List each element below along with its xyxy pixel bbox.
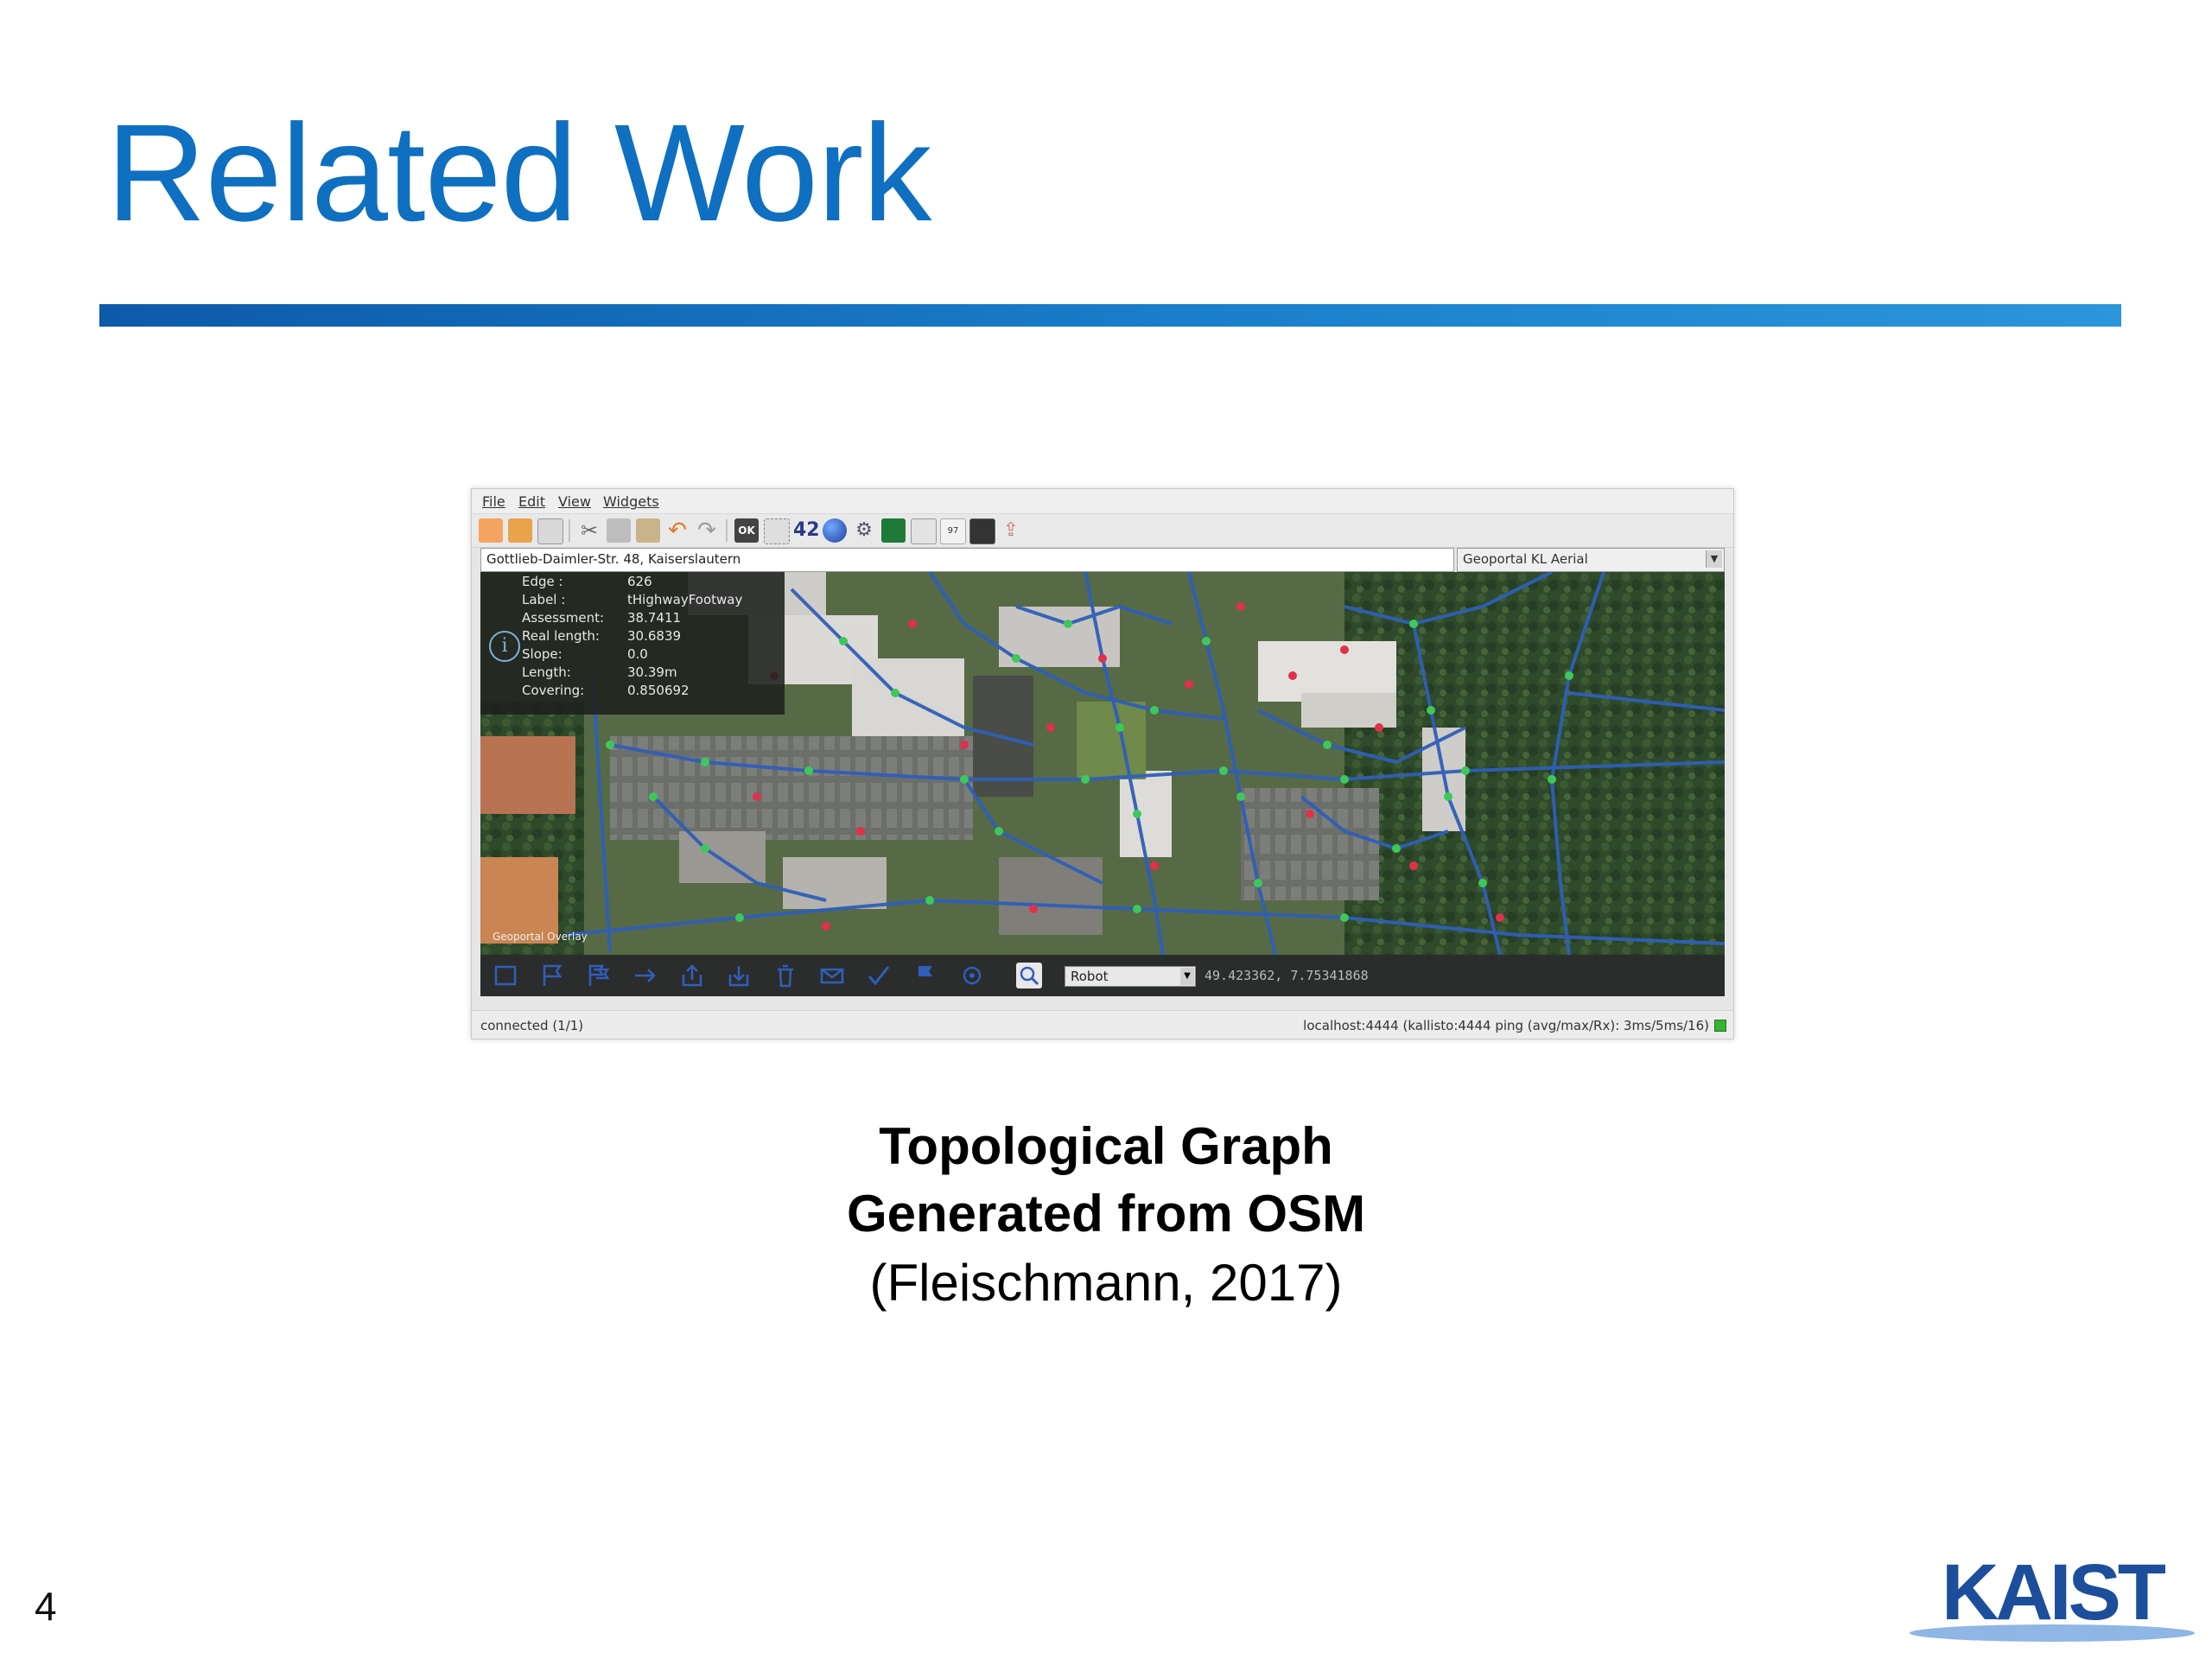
rectangle-icon[interactable] (493, 963, 518, 988)
globe-icon[interactable] (823, 518, 847, 543)
caption-line-1: Topological Graph (879, 1117, 1333, 1175)
map-scale-label: Geoportal Overlay (493, 931, 588, 943)
address-text: Gottlieb-Daimler-Str. 48, Kaiserslautern (486, 551, 741, 567)
menu-view[interactable]: View (558, 493, 591, 510)
info-icon: i (489, 631, 520, 662)
export-icon[interactable]: ⇪ (999, 518, 1023, 543)
ping-status: localhost:4444 (kallisto:4444 ping (avg/… (1303, 1018, 1709, 1033)
info-key: Covering: (522, 683, 585, 698)
address-input[interactable]: Gottlieb-Daimler-Str. 48, Kaiserslautern (480, 548, 1454, 572)
grid-icon[interactable] (881, 518, 906, 543)
robot-select[interactable]: Robot ▼ (1065, 966, 1196, 987)
info-value: 30.6839 (627, 628, 682, 644)
title-divider (99, 304, 2121, 327)
save-icon[interactable] (537, 518, 563, 544)
select-icon[interactable] (764, 518, 790, 544)
map-icon[interactable] (969, 518, 995, 544)
slide-title: Related Work (106, 95, 931, 250)
info-key: Slope: (522, 646, 563, 662)
cut-icon[interactable]: ✂ (577, 518, 601, 543)
status-indicator-icon (1714, 1020, 1726, 1032)
paste-icon[interactable] (636, 518, 660, 543)
info-value: 0.850692 (627, 683, 690, 698)
map-view[interactable]: i Edge : 626 Label : tHighwayFootway Ass… (480, 572, 1725, 955)
connection-status: connected (1/1) (480, 1018, 584, 1033)
download-icon[interactable] (726, 963, 752, 988)
status-bar: connected (1/1) localhost:4444 (kallisto… (472, 1010, 1733, 1039)
info-key: Real length: (522, 628, 600, 644)
flag-outline-icon[interactable] (539, 963, 565, 988)
trash-icon[interactable] (772, 963, 798, 988)
flags-icon[interactable] (586, 963, 612, 988)
menu-edit[interactable]: Edit (518, 493, 545, 510)
toolbar-separator (726, 519, 728, 542)
info-key: Edge : (522, 574, 563, 589)
info-value: 38.7411 (627, 610, 682, 626)
redo-icon[interactable]: ↷ (695, 518, 719, 543)
chevron-down-icon: ▼ (1180, 968, 1194, 985)
info-key: Label : (522, 592, 566, 607)
info-value: 626 (627, 574, 652, 589)
undo-icon[interactable]: ↶ (665, 518, 690, 543)
toolbar: ✂ ↶ ↷ OK 42 ⚙ 97 ⇪ (472, 514, 1733, 548)
open-icon[interactable] (508, 518, 532, 543)
flag-icon[interactable] (912, 963, 938, 988)
target-icon[interactable] (959, 963, 985, 988)
toolbar-separator (569, 519, 570, 542)
graph-icon[interactable] (911, 518, 937, 544)
info-value: 30.39m (627, 664, 677, 680)
info-value: 0.0 (627, 646, 648, 662)
mail-icon[interactable] (819, 963, 845, 988)
page-number: 4 (35, 1584, 57, 1629)
kaist-logo: KAIST (1910, 1548, 2195, 1642)
app-window: File Edit View Widgets ✂ ↶ ↷ OK 42 ⚙ 97 … (471, 488, 1734, 1039)
network-icon[interactable]: ⚙ (852, 518, 876, 543)
upload-icon[interactable] (679, 963, 705, 988)
edge-info-panel: i Edge : 626 Label : tHighwayFootway Ass… (480, 572, 785, 715)
menu-bar: File Edit View Widgets (472, 489, 1733, 514)
check-icon[interactable] (866, 963, 892, 988)
new-icon[interactable] (479, 518, 503, 543)
ok-icon[interactable]: OK (734, 518, 759, 543)
map-source-value: Geoportal KL Aerial (1463, 551, 1588, 567)
counter-icon[interactable]: 42 (793, 518, 820, 543)
menu-widgets[interactable]: Widgets (603, 493, 659, 510)
caption-line-2: Generated from OSM (846, 1185, 1366, 1243)
svg-text:KAIST: KAIST (1942, 1548, 2166, 1637)
arrow-right-icon[interactable] (632, 963, 658, 988)
menu-file[interactable]: File (482, 493, 505, 510)
copy-icon[interactable] (607, 518, 631, 543)
search-icon[interactable] (1016, 963, 1042, 988)
caption-line-3: (Fleischmann, 2017) (869, 1254, 1343, 1312)
info-value: tHighwayFootway (627, 592, 743, 607)
info-key: Assessment: (522, 610, 605, 626)
info-key: Length: (522, 664, 571, 680)
map-tools-bar: Robot ▼ 49.423362, 7.75341868 (480, 955, 1725, 996)
text-icon[interactable]: 97 (940, 518, 966, 544)
map-source-select[interactable]: Geoportal KL Aerial ▼ (1457, 548, 1725, 572)
robot-select-value: Robot (1071, 969, 1109, 984)
coordinates-readout: 49.423362, 7.75341868 (1205, 968, 1369, 983)
chevron-down-icon: ▼ (1706, 550, 1722, 568)
